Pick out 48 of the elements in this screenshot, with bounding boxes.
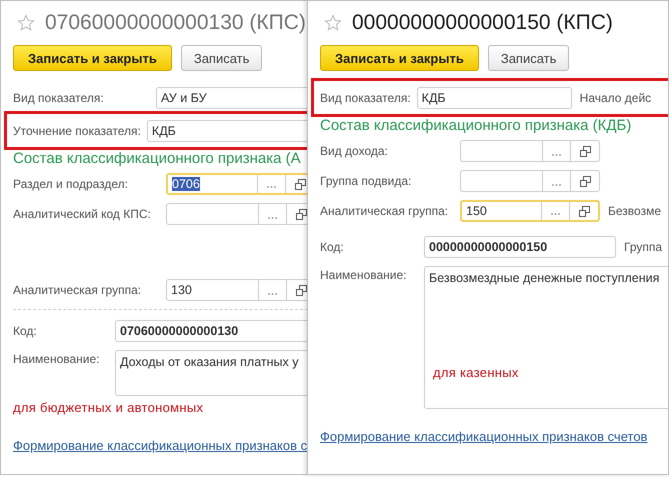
open-icon[interactable] bbox=[580, 176, 590, 186]
accounts-link[interactable]: Формирование классификационных признаков счетов bbox=[320, 429, 668, 444]
open-icon[interactable] bbox=[578, 206, 590, 216]
input-field[interactable]: 150 bbox=[460, 200, 600, 222]
save-button[interactable]: Записать bbox=[180, 45, 262, 71]
section-heading: Состав классификационного признака (КДБ) bbox=[320, 116, 632, 136]
window-title: 00000000000000150 (КПС) bbox=[352, 11, 613, 35]
accounts-link[interactable]: Формирование классификационных признаков с bbox=[13, 438, 307, 453]
field-label: Наименование: bbox=[320, 267, 408, 282]
code-field[interactable]: 00000000000000150 bbox=[424, 236, 616, 258]
input-field[interactable]: КДБ bbox=[416, 86, 572, 108]
input-field[interactable]: 130 bbox=[166, 279, 307, 301]
field-label: Раздел и подраздел: bbox=[13, 177, 130, 191]
window-title: 07060000000000130 (КПС) bbox=[45, 11, 306, 35]
star-icon[interactable] bbox=[17, 14, 35, 32]
save-and-close-button[interactable]: Записать и закрыть bbox=[320, 45, 479, 71]
field-label: Начало дейс bbox=[580, 90, 652, 104]
field-label: Вид дохода: bbox=[320, 144, 389, 158]
field-label: Группа подвида: bbox=[320, 174, 412, 188]
field-label: Безвозме bbox=[608, 204, 661, 218]
field-label: Код: bbox=[13, 324, 38, 338]
field-label: Аналитическая группа: bbox=[320, 204, 450, 218]
save-button[interactable]: Записать bbox=[488, 45, 570, 71]
annotation-text: для казенных bbox=[432, 365, 520, 380]
field-label: Вид показателя: bbox=[320, 90, 411, 104]
annotation-text: для бюджетных и автономных bbox=[13, 400, 204, 415]
section-heading: Состав классификационного признака (А bbox=[13, 148, 302, 168]
open-icon[interactable] bbox=[296, 284, 306, 296]
field-label: Аналитическая группа: bbox=[13, 283, 142, 297]
field-label: Код: bbox=[320, 240, 345, 254]
open-icon[interactable] bbox=[294, 178, 306, 190]
field-label: Уточнение показателя: bbox=[13, 124, 141, 138]
field-label: Вид показателя: bbox=[13, 90, 105, 104]
field-label: Аналитический код КПС: bbox=[13, 207, 152, 221]
input-field[interactable] bbox=[460, 170, 600, 192]
input-field[interactable] bbox=[460, 140, 600, 162]
open-icon[interactable] bbox=[580, 146, 590, 156]
open-icon[interactable] bbox=[296, 208, 306, 220]
field-label: Наименование: bbox=[13, 351, 101, 366]
input-field[interactable]: КДБ bbox=[146, 120, 307, 142]
name-text-area[interactable]: Безвозмездные денежные поступления для казенных bbox=[424, 266, 668, 409]
code-field[interactable]: 07060000000000130 bbox=[115, 320, 307, 342]
input-field[interactable]: АУ и БУ bbox=[156, 86, 307, 108]
input-field[interactable] bbox=[166, 203, 307, 225]
field-label: Группа bbox=[624, 240, 662, 254]
save-and-close-button[interactable]: Записать и закрыть bbox=[13, 45, 172, 71]
input-field[interactable]: 0706 bbox=[166, 173, 307, 195]
star-icon[interactable] bbox=[324, 14, 342, 32]
